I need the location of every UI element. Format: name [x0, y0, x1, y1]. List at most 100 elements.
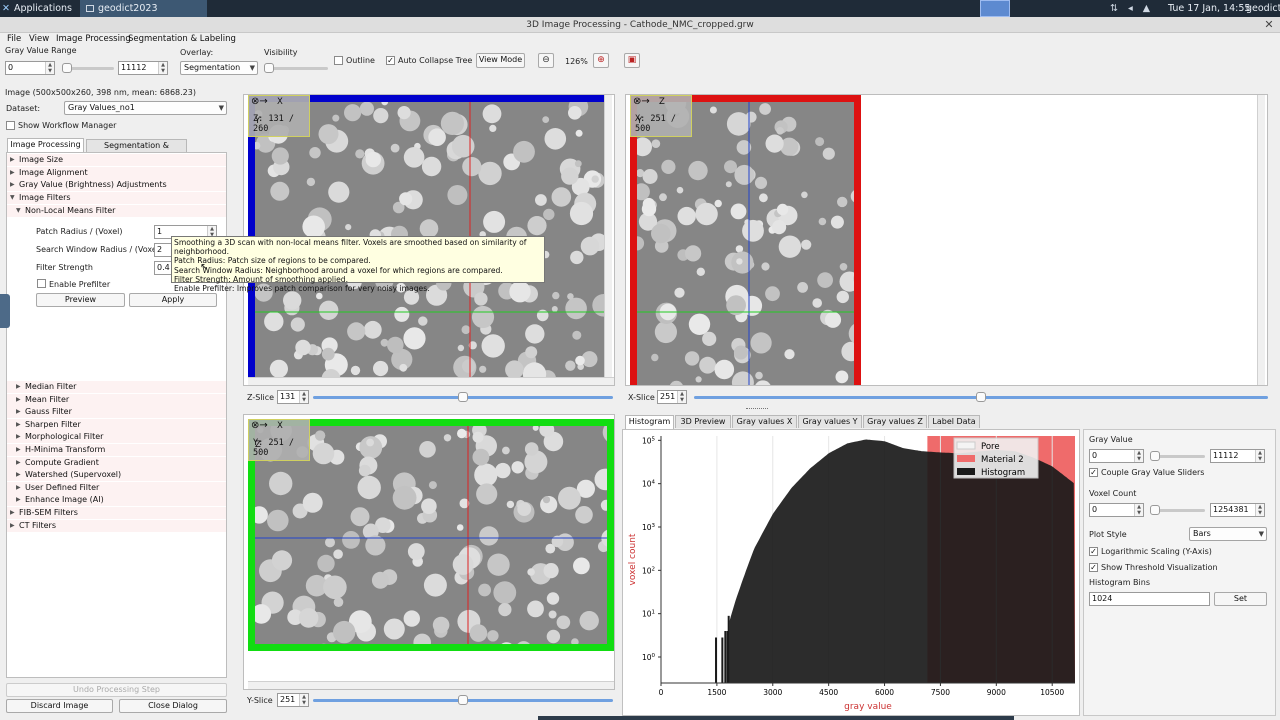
tree-item-non-local-means[interactable]: ▼ Non-Local Means Filter [7, 205, 226, 217]
slider-handle[interactable] [1150, 451, 1160, 461]
tab-hist-1[interactable]: 3D Preview [675, 415, 731, 428]
spin-arrows-icon[interactable]: ▲ ▼ [299, 694, 308, 706]
spin-arrows-icon[interactable]: ▲ ▼ [299, 391, 308, 403]
view-mode-button[interactable]: View Mode [476, 53, 525, 68]
panel-collapse-handle[interactable] [0, 294, 10, 328]
notification-bell-icon[interactable]: ▲ [1143, 3, 1160, 14]
chevron-down-icon[interactable]: ▼ [10, 192, 15, 204]
slider-handle[interactable] [62, 63, 72, 73]
x-slice-spinbox[interactable]: 251 ▲ ▼ [657, 390, 687, 404]
set-bins-button[interactable]: Set [1214, 592, 1267, 606]
taskbar-window-button[interactable]: geodict2023 [80, 0, 207, 17]
dataset-select[interactable]: Gray Values_no1 ▼ [64, 101, 227, 115]
chevron-right-icon[interactable]: ▶ [10, 167, 15, 179]
y-slice-slider[interactable] [313, 695, 613, 705]
splitter-handle[interactable] [746, 408, 768, 411]
chevron-right-icon[interactable]: ▶ [10, 179, 15, 191]
auto-collapse-checkbox[interactable]: ✓ [386, 56, 395, 65]
apply-button[interactable]: Apply [129, 293, 217, 307]
chevron-right-icon[interactable]: ▶ [16, 469, 21, 481]
workspace-switcher[interactable] [980, 0, 1010, 17]
tab-hist-4[interactable]: Gray values Z [863, 415, 927, 428]
menu-image-processing[interactable]: Image Processing [56, 34, 131, 44]
spin-arrows-icon[interactable]: ▲ ▼ [1134, 504, 1143, 516]
chevron-right-icon[interactable]: ▶ [16, 406, 21, 418]
close-window-icon[interactable]: ✕ [1262, 18, 1276, 31]
hist-voxel-slider[interactable] [1150, 505, 1205, 515]
spin-arrows-icon[interactable]: ▲ ▼ [1134, 450, 1143, 462]
hist-bins-input[interactable]: 1024 [1089, 592, 1210, 606]
tree-item-image-alignment[interactable]: ▶ Image Alignment [7, 167, 226, 179]
horizontal-scrollbar[interactable] [248, 377, 614, 385]
gray-max-spinbox[interactable]: 11112 ▲ ▼ [118, 61, 168, 75]
chevron-right-icon[interactable]: ▶ [16, 457, 21, 469]
tree-item-category[interactable]: ▶ FIB-SEM Filters [7, 507, 226, 519]
x-slice-viewer[interactable]: Z Y ⊗→ X: 251 / 500 [625, 94, 1268, 386]
clock[interactable]: Tue 17 Jan, 14:55 [1168, 0, 1250, 17]
spin-arrows-icon[interactable]: ▲ ▼ [45, 62, 54, 74]
discard-image-button[interactable]: Discard Image [6, 699, 113, 713]
workflow-checkbox[interactable] [6, 121, 15, 130]
vertical-scrollbar[interactable] [604, 95, 612, 377]
chevron-right-icon[interactable]: ▶ [16, 482, 21, 494]
volume-icon[interactable]: ◂ [1128, 3, 1143, 14]
chevron-right-icon[interactable]: ▶ [10, 507, 15, 519]
visibility-slider[interactable] [264, 63, 328, 73]
spin-arrows-icon[interactable]: ▲ ▼ [158, 62, 167, 74]
y-slice-spinbox[interactable]: 251 ▲ ▼ [277, 693, 309, 707]
tab-hist-2[interactable]: Gray values X [732, 415, 797, 428]
chevron-right-icon[interactable]: ▶ [16, 431, 21, 443]
menu-segmentation-labeling[interactable]: Segmentation & Labeling [128, 34, 236, 44]
z-slice-slider[interactable] [313, 392, 613, 402]
overlay-select[interactable]: Segmentation ▼ [180, 61, 258, 75]
gray-range-slider[interactable] [62, 63, 114, 73]
spin-arrows-icon[interactable]: ▲ ▼ [677, 391, 686, 403]
y-slice-viewer[interactable]: X Z ⊗→ Y: 251 / 500 [243, 414, 615, 690]
hist-gray-slider[interactable] [1150, 451, 1205, 461]
hist-gray-min-spinbox[interactable]: 0 ▲ ▼ [1089, 449, 1144, 463]
tree-item-category[interactable]: ▶ CT Filters [7, 519, 226, 532]
chevron-right-icon[interactable]: ▶ [10, 520, 15, 532]
close-dialog-button[interactable]: Close Dialog [119, 699, 227, 713]
chevron-right-icon[interactable]: ▶ [16, 394, 21, 406]
zoom-in-icon[interactable]: ⊕ [593, 53, 609, 68]
prefilter-checkbox[interactable] [37, 279, 46, 288]
tree-item-filter[interactable]: ▶ Watershed (Supervoxel) [7, 469, 226, 482]
threshold-vis-checkbox[interactable]: ✓ [1089, 563, 1098, 572]
chevron-right-icon[interactable]: ▶ [16, 444, 21, 456]
tree-item-filter[interactable]: ▶ User Defined Filter [7, 481, 226, 494]
zoom-out-icon[interactable]: ⊖ [538, 53, 554, 68]
tree-item-filter[interactable]: ▶ Mean Filter [7, 393, 226, 406]
tree-item-gray-value-adjustments[interactable]: ▶ Gray Value (Brightness) Adjustments [7, 179, 226, 191]
chevron-right-icon[interactable]: ▶ [10, 154, 15, 166]
tree-item-filter[interactable]: ▶ Morphological Filter [7, 431, 226, 444]
network-icon[interactable]: ⇅ [1110, 3, 1128, 14]
applications-menu[interactable]: ✕ Applications [2, 0, 72, 17]
slider-handle[interactable] [264, 63, 274, 73]
spin-arrows-icon[interactable]: ▲ ▼ [1255, 450, 1264, 462]
tab-segmentation-labeling[interactable]: Segmentation & Labeling [86, 139, 187, 162]
slider-handle[interactable] [458, 695, 468, 705]
horizontal-scrollbar[interactable] [248, 681, 614, 689]
gray-min-spinbox[interactable]: 0 ▲ ▼ [5, 61, 55, 75]
tab-hist-3[interactable]: Gray values Y [798, 415, 862, 428]
undo-button[interactable]: Undo Processing Step [6, 683, 227, 697]
tab-hist-0[interactable]: Histogram [625, 415, 674, 429]
tree-item-filter[interactable]: ▶ Enhance Image (AI) [7, 494, 226, 507]
x-slice-slider[interactable] [694, 392, 1268, 402]
menu-file[interactable]: File [7, 34, 21, 44]
slider-handle[interactable] [1150, 505, 1160, 515]
hist-voxel-min-spinbox[interactable]: 0 ▲ ▼ [1089, 503, 1144, 517]
plot-style-select[interactable]: Bars ▼ [1189, 527, 1267, 541]
hist-voxel-max-spinbox[interactable]: 1254381 ▲ ▼ [1210, 503, 1265, 517]
slider-handle[interactable] [976, 392, 986, 402]
chevron-right-icon[interactable]: ▶ [16, 381, 21, 393]
x-slice-image[interactable] [630, 95, 861, 385]
preview-button[interactable]: Preview [36, 293, 125, 307]
tree-item-filter[interactable]: ▶ H-Minima Transform [7, 444, 226, 456]
spin-arrows-icon[interactable]: ▲ ▼ [1255, 504, 1264, 516]
tree-item-image-size[interactable]: ▶ Image Size [7, 154, 226, 166]
chevron-right-icon[interactable]: ▶ [16, 419, 21, 431]
tree-item-filter[interactable]: ▶ Median Filter [7, 381, 226, 393]
tree-item-image-filters[interactable]: ▼ Image Filters [7, 192, 226, 204]
